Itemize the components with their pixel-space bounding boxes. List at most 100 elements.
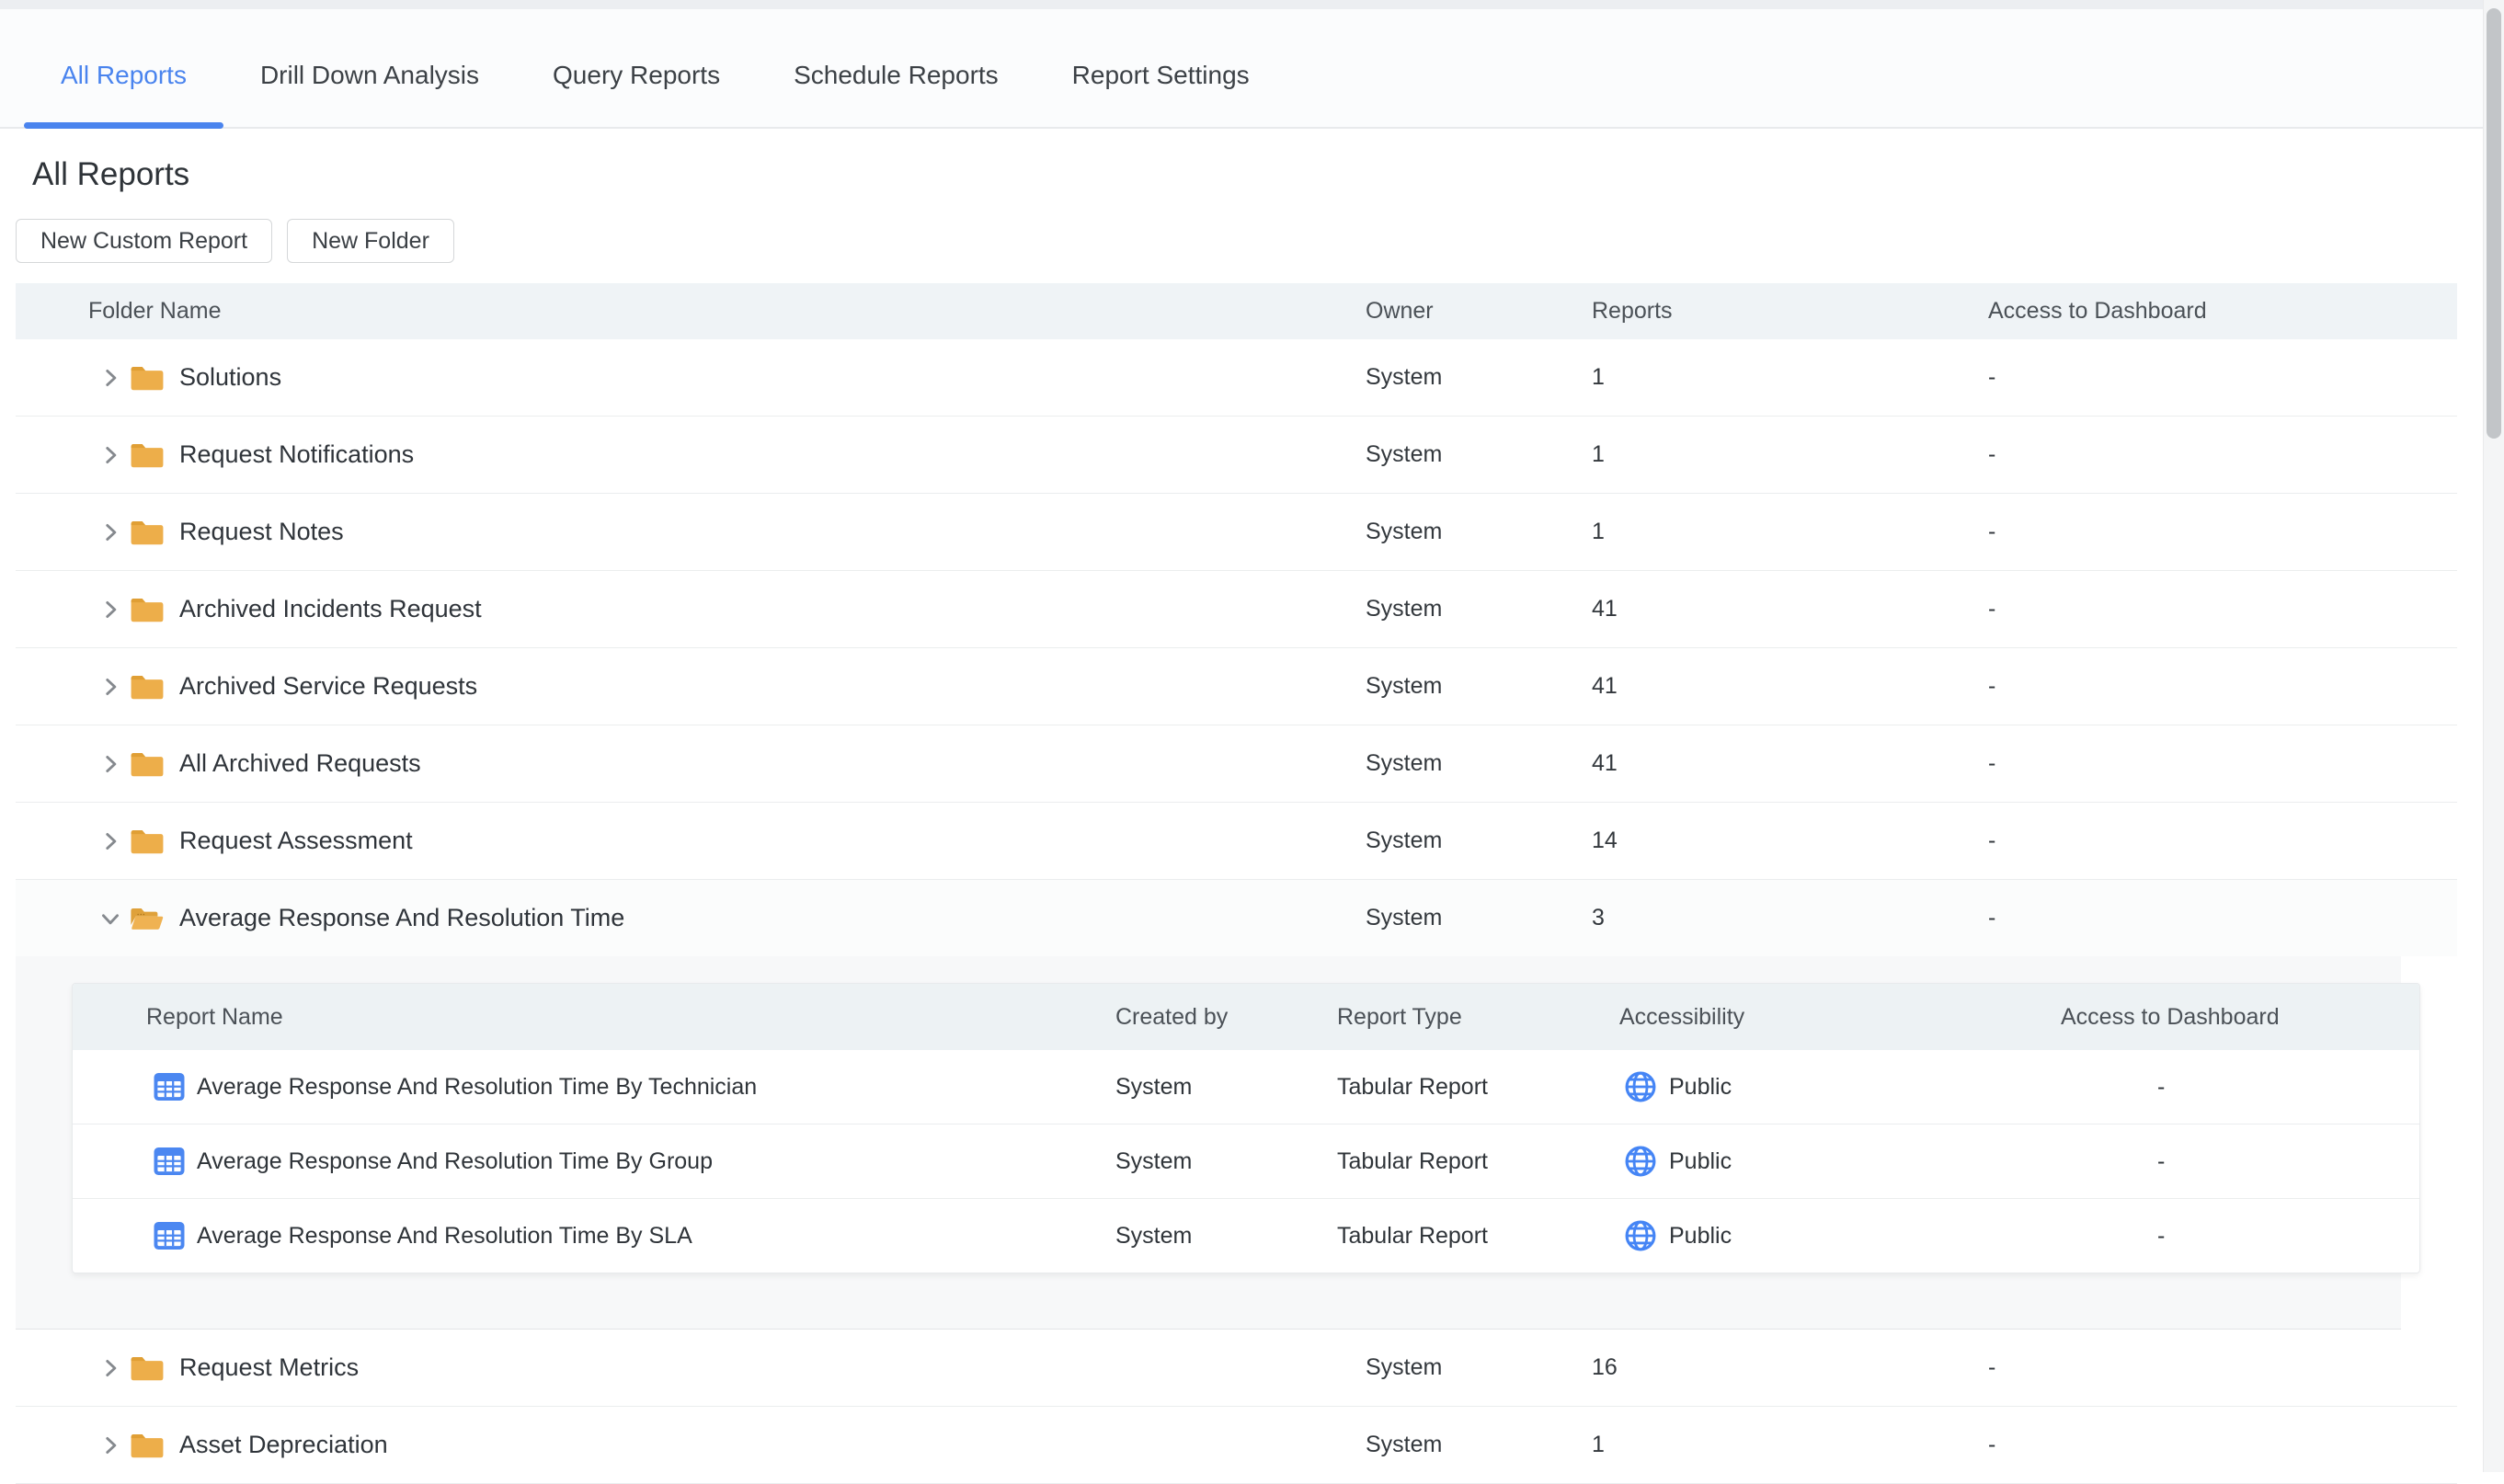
page-title: All Reports	[32, 156, 2457, 193]
column-header-created-by: Created by	[1115, 1004, 1337, 1031]
report-name-link[interactable]: Average Response And Resolution Time By …	[197, 1074, 757, 1101]
table-report-icon	[153, 1145, 186, 1178]
owner-cell: System	[1366, 750, 1592, 777]
tab-query-reports[interactable]: Query Reports	[516, 61, 757, 127]
chevron-right-icon[interactable]	[98, 829, 122, 853]
folder-icon	[130, 827, 165, 856]
scrollbar-thumb[interactable]	[2487, 8, 2501, 439]
column-header-accessibility: Accessibility	[1619, 1004, 2061, 1031]
table-row[interactable]: Request Metrics System 16 -	[16, 1330, 2457, 1407]
tab-all-reports[interactable]: All Reports	[24, 61, 223, 127]
tab-drill-down-analysis[interactable]: Drill Down Analysis	[223, 61, 516, 127]
expanded-folder-section: Report Name Created by Report Type Acces…	[16, 956, 2401, 1330]
main-content: All Reports New Custom Report New Folder…	[0, 156, 2457, 1484]
reports-count-cell: 41	[1592, 596, 1970, 622]
report-table: Report Name Created by Report Type Acces…	[72, 983, 2420, 1273]
folder-name[interactable]: Archived Incidents Request	[179, 595, 482, 623]
folder-name[interactable]: Asset Depreciation	[179, 1431, 388, 1459]
folder-icon	[130, 1431, 165, 1460]
table-row[interactable]: Request Notifications System 1 -	[16, 417, 2457, 494]
chevron-right-icon[interactable]	[98, 752, 122, 776]
scrollbar[interactable]	[2483, 0, 2504, 1472]
report-name-link[interactable]: Average Response And Resolution Time By …	[197, 1148, 713, 1175]
folder-icon	[130, 595, 165, 624]
chevron-right-icon[interactable]	[98, 675, 122, 699]
toolbar: New Custom Report New Folder	[16, 219, 2457, 263]
dashboard-cell: -	[1970, 828, 2457, 854]
chevron-right-icon[interactable]	[98, 520, 122, 544]
dashboard-cell: -	[2061, 1148, 2418, 1175]
owner-cell: System	[1366, 673, 1592, 700]
folder-icon	[130, 518, 165, 547]
reports-count-cell: 3	[1592, 905, 1970, 931]
reports-count-cell: 14	[1592, 828, 1970, 854]
report-row[interactable]: Average Response And Resolution Time By …	[73, 1124, 2419, 1198]
column-header-report-name: Report Name	[73, 1004, 1115, 1031]
table-row[interactable]: Archived Service Requests System 41 -	[16, 648, 2457, 725]
reports-count-cell: 16	[1592, 1354, 1970, 1381]
table-report-icon	[153, 1070, 186, 1103]
owner-cell: System	[1366, 441, 1592, 468]
tab-label: All Reports	[61, 61, 187, 89]
column-header-reports: Reports	[1592, 298, 1970, 325]
table-row[interactable]: Asset Depreciation System 1 -	[16, 1407, 2457, 1484]
chevron-right-icon[interactable]	[98, 1433, 122, 1457]
folder-name[interactable]: Request Notifications	[179, 440, 414, 469]
folder-name[interactable]: Solutions	[179, 363, 281, 392]
owner-cell: System	[1366, 1432, 1592, 1458]
tab-report-settings[interactable]: Report Settings	[1035, 61, 1286, 127]
reports-count-cell: 41	[1592, 673, 1970, 700]
table-row[interactable]: Archived Incidents Request System 41 -	[16, 571, 2457, 648]
report-type-cell: Tabular Report	[1337, 1074, 1619, 1101]
tab-schedule-reports[interactable]: Schedule Reports	[757, 61, 1035, 127]
column-header-access-to-dashboard: Access to Dashboard	[1970, 298, 2457, 325]
dashboard-cell: -	[2061, 1223, 2418, 1250]
tab-bar: All Reports Drill Down Analysis Query Re…	[0, 9, 2484, 129]
folder-name[interactable]: Request Assessment	[179, 827, 413, 855]
table-row[interactable]: All Archived Requests System 41 -	[16, 725, 2457, 803]
owner-cell: System	[1366, 596, 1592, 622]
column-header-report-type: Report Type	[1337, 1004, 1619, 1031]
table-report-icon	[153, 1219, 186, 1252]
accessibility-cell: Public	[1669, 1148, 1732, 1175]
report-row[interactable]: Average Response And Resolution Time By …	[73, 1050, 2419, 1124]
folder-name[interactable]: Average Response And Resolution Time	[179, 904, 624, 932]
folder-icon	[130, 749, 165, 779]
report-row[interactable]: Average Response And Resolution Time By …	[73, 1198, 2419, 1273]
chevron-down-icon[interactable]	[98, 907, 122, 930]
folder-name[interactable]: Request Notes	[179, 518, 344, 546]
table-row[interactable]: Request Assessment System 14 -	[16, 803, 2457, 880]
folder-name[interactable]: All Archived Requests	[179, 749, 421, 778]
created-by-cell: System	[1115, 1148, 1337, 1175]
accessibility-cell: Public	[1669, 1074, 1732, 1101]
report-type-cell: Tabular Report	[1337, 1148, 1619, 1175]
owner-cell: System	[1366, 364, 1592, 391]
report-name-link[interactable]: Average Response And Resolution Time By …	[197, 1223, 692, 1250]
folder-open-icon	[130, 904, 165, 933]
chevron-right-icon[interactable]	[98, 1356, 122, 1380]
globe-icon	[1623, 1144, 1658, 1179]
reports-count-cell: 1	[1592, 519, 1970, 545]
report-table-header: Report Name Created by Report Type Acces…	[73, 984, 2419, 1050]
new-custom-report-button[interactable]: New Custom Report	[16, 219, 272, 263]
dashboard-cell: -	[1970, 519, 2457, 545]
reports-count-cell: 1	[1592, 364, 1970, 391]
folder-name[interactable]: Archived Service Requests	[179, 672, 477, 701]
new-folder-button[interactable]: New Folder	[287, 219, 454, 263]
chevron-right-icon[interactable]	[98, 598, 122, 622]
folder-icon	[130, 672, 165, 702]
created-by-cell: System	[1115, 1223, 1337, 1250]
dashboard-cell: -	[1970, 441, 2457, 468]
table-row-expanded[interactable]: Average Response And Resolution Time Sys…	[16, 880, 2457, 956]
chevron-right-icon[interactable]	[98, 443, 122, 467]
folder-icon	[130, 1353, 165, 1383]
chevron-right-icon[interactable]	[98, 366, 122, 390]
active-tab-underline	[24, 122, 223, 129]
top-strip	[0, 0, 2504, 9]
folder-table: Folder Name Owner Reports Access to Dash…	[16, 283, 2457, 956]
table-row[interactable]: Request Notes System 1 -	[16, 494, 2457, 571]
folder-name[interactable]: Request Metrics	[179, 1353, 359, 1382]
owner-cell: System	[1366, 519, 1592, 545]
tab-label: Query Reports	[553, 61, 720, 89]
table-row[interactable]: Solutions System 1 -	[16, 339, 2457, 417]
